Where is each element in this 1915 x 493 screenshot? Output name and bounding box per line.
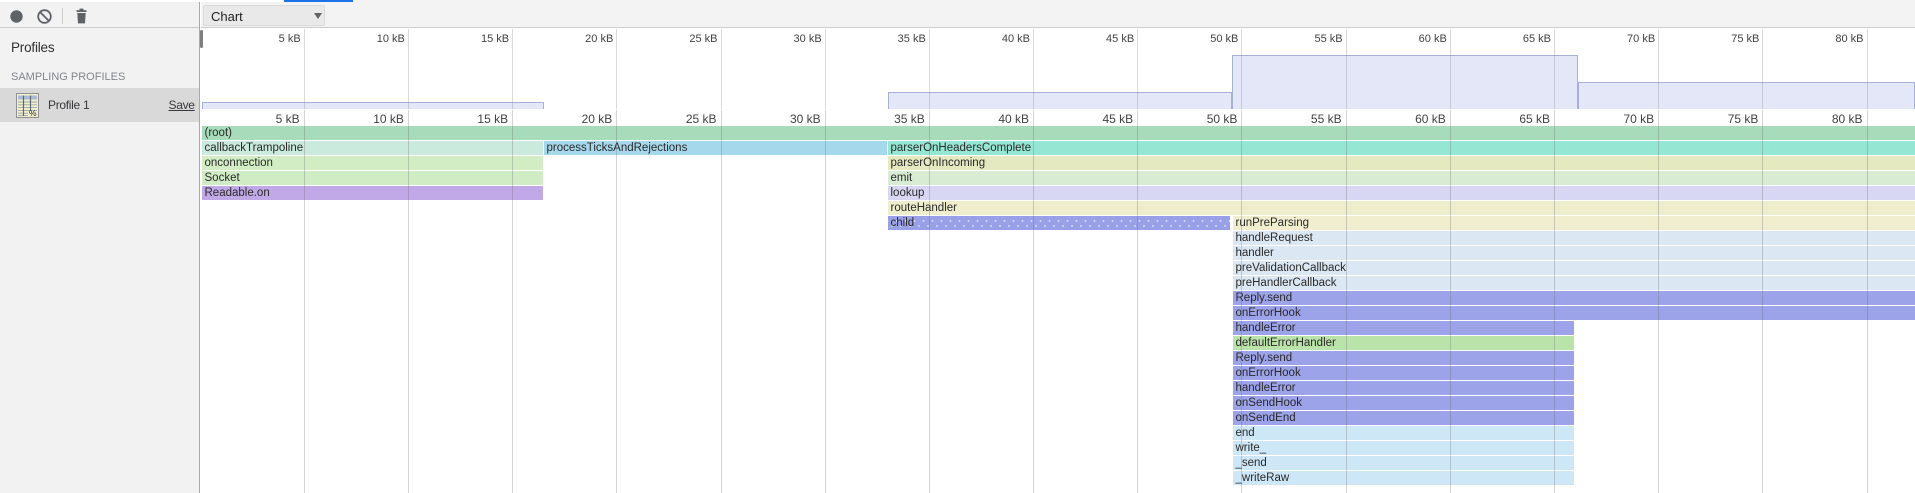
svg-text:%: %: [29, 108, 37, 118]
